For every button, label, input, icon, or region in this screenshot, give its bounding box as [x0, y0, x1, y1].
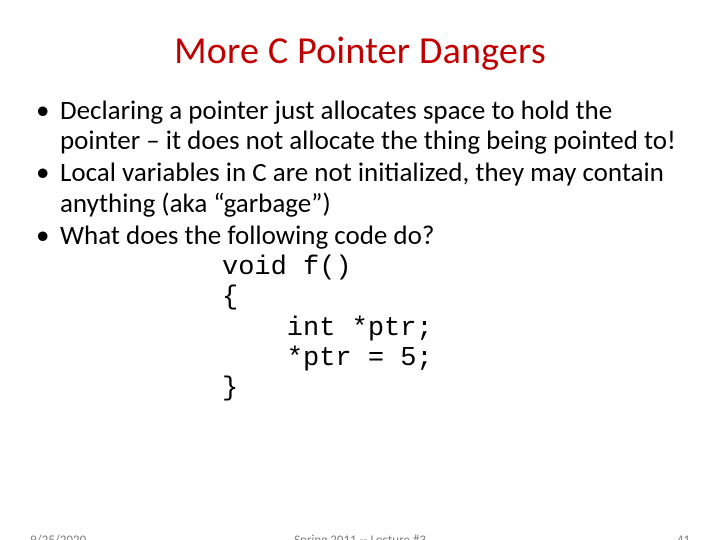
slide: More C Pointer Dangers Declaring a point… — [0, 28, 720, 540]
slide-title: More C Pointer Dangers — [0, 28, 720, 74]
slide-body: Declaring a pointer just allocates space… — [32, 96, 688, 404]
code-block: void f() { int *ptr; *ptr = 5; } — [222, 253, 688, 404]
bullet-item: Local variables in C are not initialized… — [32, 158, 688, 218]
bullet-list: Declaring a pointer just allocates space… — [32, 96, 688, 251]
bullet-item: Declaring a pointer just allocates space… — [32, 96, 688, 156]
bullet-item: What does the following code do? — [32, 221, 688, 251]
footer-center: Spring 2011 -- Lecture #3 — [0, 533, 720, 540]
footer-page-number: 41 — [677, 533, 690, 540]
